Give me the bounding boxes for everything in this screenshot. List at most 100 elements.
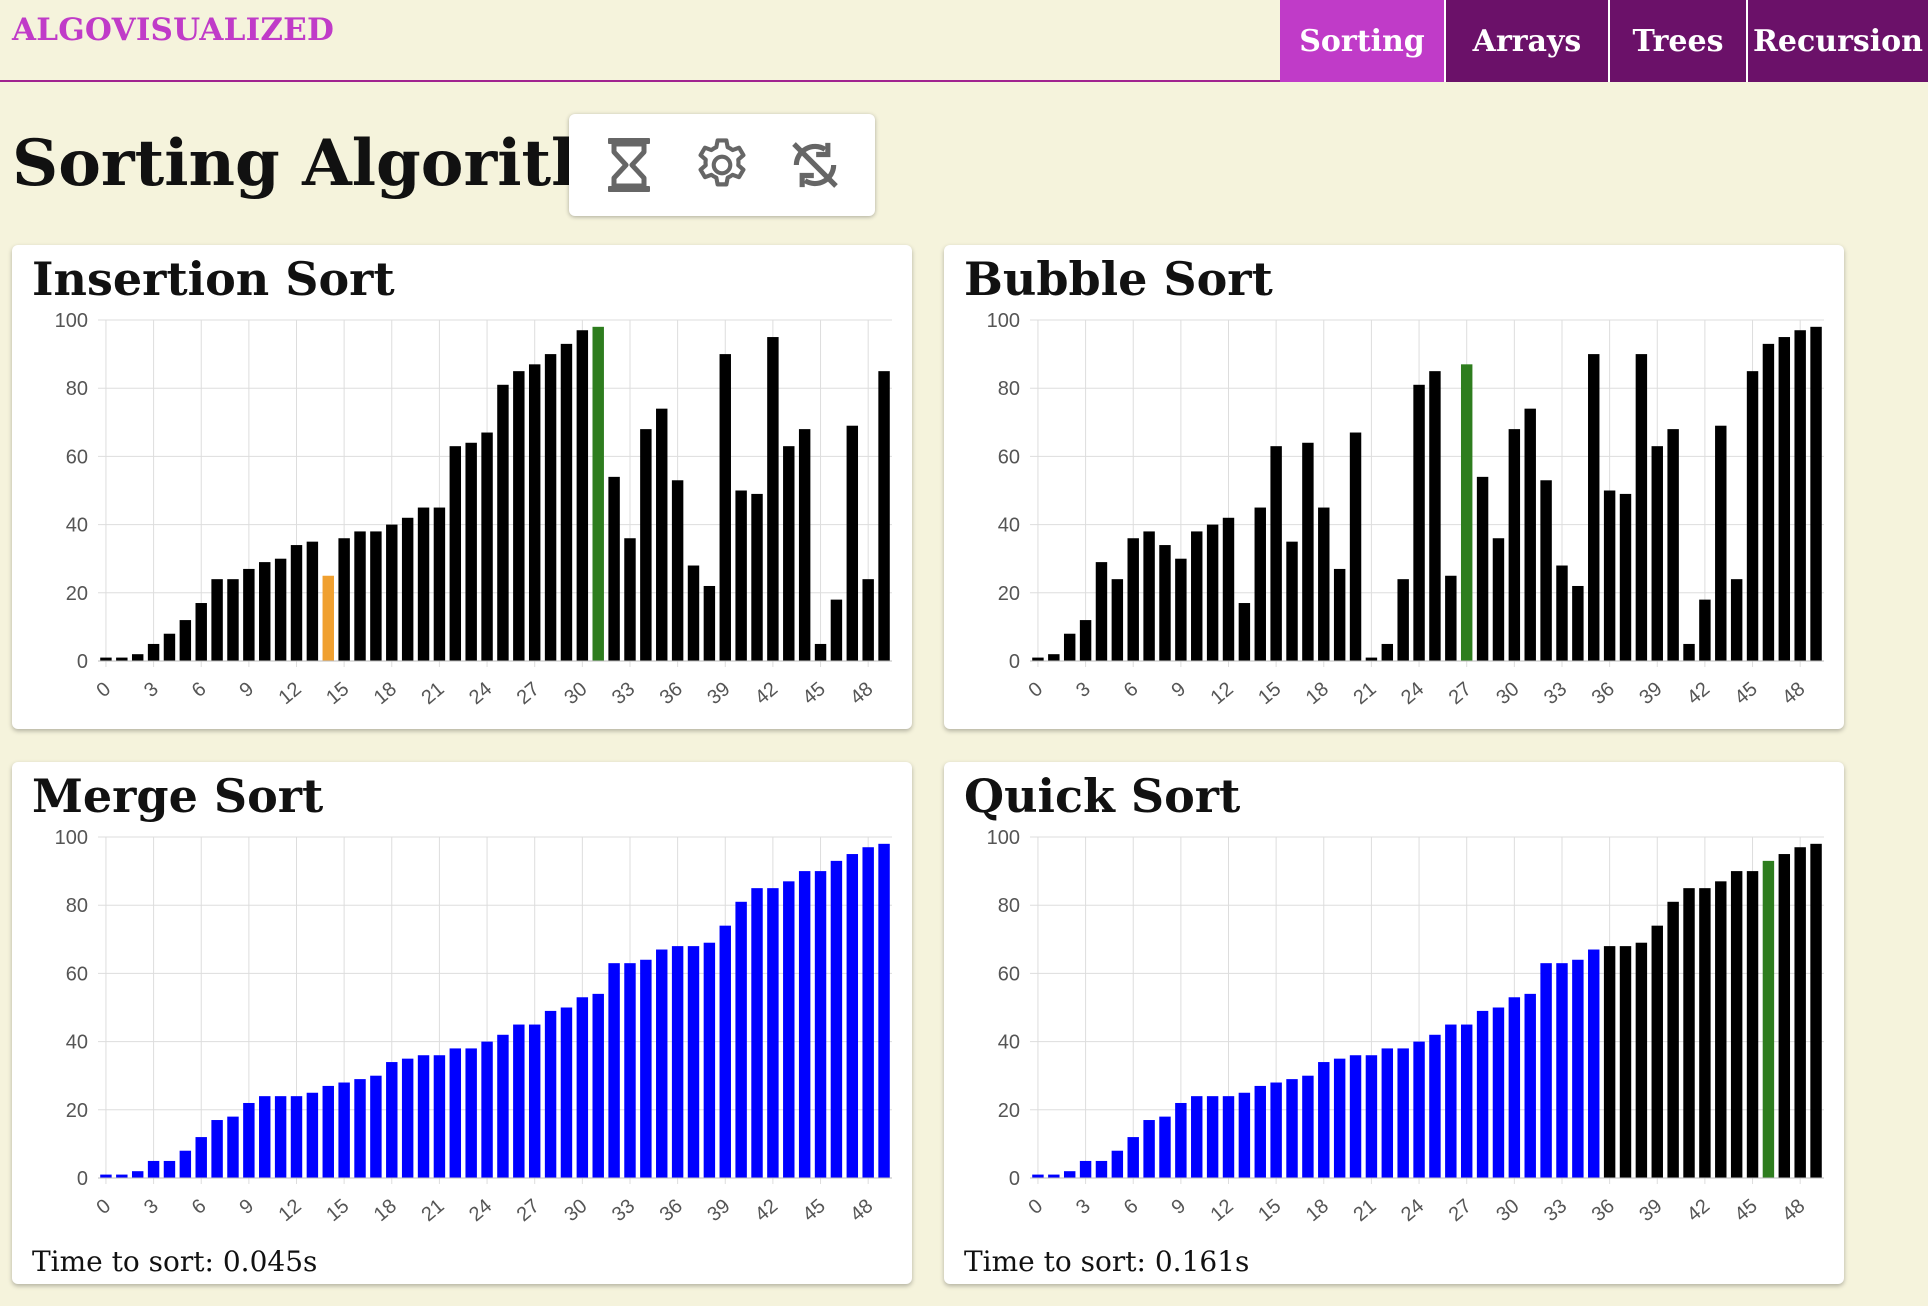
chart-bar [259,1096,271,1178]
chart-bar [624,963,636,1178]
chart-bar [1746,871,1759,1178]
y-tick-label: 80 [66,895,88,917]
tab-sorting[interactable]: Sorting [1280,0,1444,82]
chart-bar [211,579,223,661]
chart-bar [449,446,462,661]
x-tick-label: 3 [140,678,163,702]
chart-bar [1222,517,1235,661]
y-tick-label: 100 [987,827,1020,849]
chart-bar [830,599,843,661]
chart-bar [798,871,811,1178]
chart-bar [1333,1058,1346,1178]
chart-bar [1683,888,1695,1178]
chart-bar [767,888,779,1178]
x-tick-label: 15 [322,678,353,709]
chart-bar [528,364,541,661]
brand-logo-text[interactable]: ALGOVISUALIZED [12,12,334,48]
tab-recursion[interactable]: Recursion [1746,0,1928,82]
chart-bar [560,343,573,661]
chart-bar [1572,585,1584,661]
x-tick-label: 3 [1072,1195,1095,1219]
chart-bar [1778,337,1791,661]
chart-bar [1603,946,1616,1178]
x-tick-label: 48 [1778,678,1809,709]
x-tick-label: 12 [1207,1195,1238,1226]
chart-bar [322,1085,334,1178]
chart-bar [767,337,779,661]
chart-bar [1778,854,1791,1178]
chart-bar [1429,1034,1441,1178]
chart-bar [1397,579,1409,661]
chart-bar [1540,480,1552,661]
chart-bar [1175,558,1187,661]
x-tick-label: 6 [188,678,211,702]
chart-bar [814,871,827,1178]
chart-bar [1302,1075,1314,1178]
x-tick-label: 45 [799,1195,830,1226]
chart-bar [1794,330,1806,661]
chart-bar [433,507,446,661]
chart-bar [608,476,620,661]
sync-toggle-button[interactable] [781,131,849,199]
x-tick-label: 45 [1731,1195,1762,1226]
chart-bar [116,1174,128,1178]
x-tick-label: 42 [751,1195,782,1226]
chart-bar [830,860,843,1178]
chart-bar [878,843,890,1178]
chart-bar [100,1174,112,1178]
chart-bar [1762,343,1775,661]
chart-bar [560,1007,573,1178]
chart-bar [1460,1024,1473,1178]
x-tick-label: 42 [751,678,782,709]
settings-button[interactable] [688,131,756,199]
chart-bar [1556,565,1568,661]
x-tick-label: 36 [1588,678,1619,709]
y-tick-label: 40 [998,1032,1020,1054]
tab-trees[interactable]: Trees [1608,0,1746,82]
y-tick-label: 40 [66,1032,88,1054]
chart-bar [798,429,811,661]
y-tick-label: 20 [998,583,1020,605]
x-tick-label: 39 [1635,1195,1666,1226]
chart-bar [1048,1174,1060,1178]
chart-bar [1238,603,1251,661]
x-tick-label: 18 [370,1195,401,1226]
chart-bar [131,1171,144,1178]
chart-bar [1492,538,1505,661]
chart-bar [1206,524,1219,661]
x-tick-label: 39 [703,678,734,709]
x-tick-label: 30 [1492,678,1523,709]
x-tick-label: 42 [1683,1195,1714,1226]
chart-bar [862,579,874,661]
chart-bar [1381,643,1394,661]
chart-bar [401,517,414,661]
chart-bar [1286,541,1298,661]
chart-bar [274,1096,287,1178]
hourglass-button[interactable] [595,131,663,199]
chart-bar [179,1150,192,1178]
x-tick-label: 30 [560,678,591,709]
x-tick-label: 15 [322,1195,353,1226]
chart-bar [878,371,890,661]
chart-bar [1683,643,1695,661]
x-tick-label: 6 [1120,1195,1143,1219]
chart-bar [1032,657,1044,661]
x-tick-label: 30 [560,1195,591,1226]
chart-bar [1699,599,1711,661]
chart-bar [1445,575,1457,661]
tab-arrays[interactable]: Arrays [1444,0,1608,82]
chart-bar [592,993,604,1178]
x-tick-label: 21 [1349,1195,1380,1226]
chart-bar [243,1102,255,1178]
chart-bar [386,1062,398,1178]
chart-bar [1413,384,1425,661]
chart-bar [1635,354,1648,661]
chart-bar [1333,568,1346,661]
chart-bar [1191,1096,1203,1178]
x-tick-label: 39 [703,1195,734,1226]
chart-bar [1127,1137,1139,1178]
x-tick-label: 0 [1024,1195,1047,1219]
chart-bar [1397,1048,1409,1178]
chart-bar [465,442,477,661]
y-tick-label: 60 [66,446,88,468]
